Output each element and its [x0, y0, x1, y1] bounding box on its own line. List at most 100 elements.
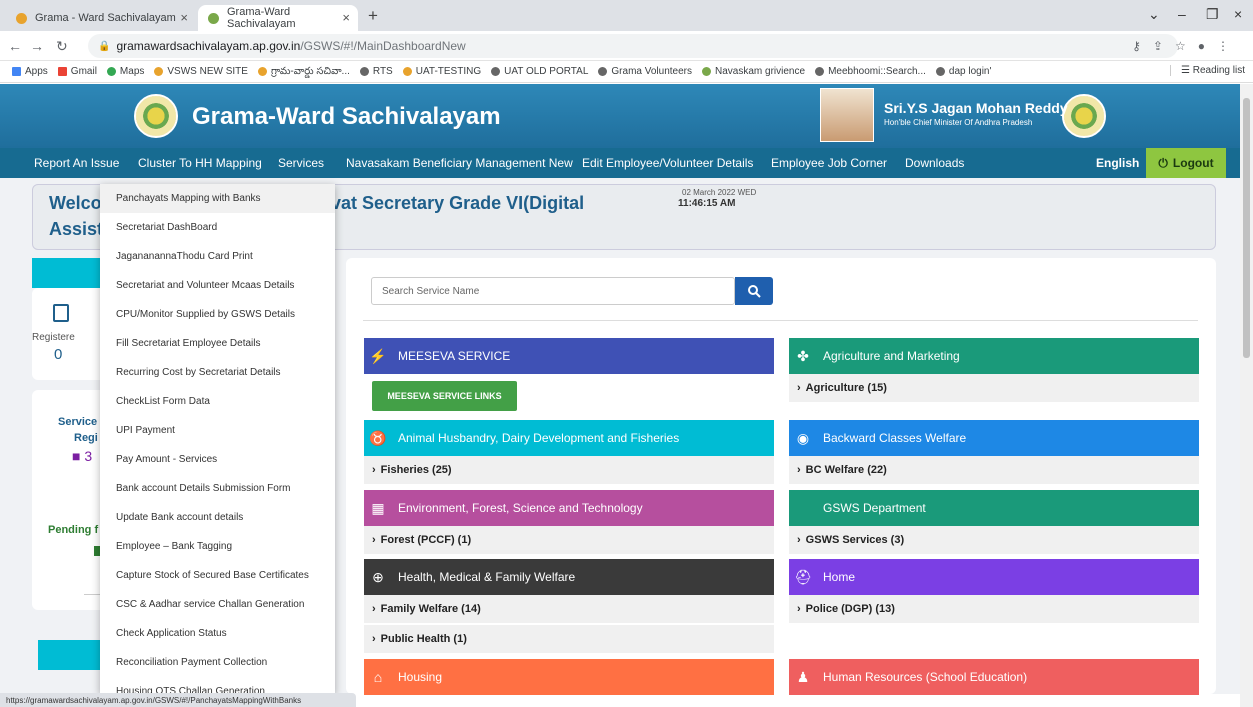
nav-job-corner[interactable]: Employee Job Corner	[771, 156, 887, 170]
bookmark-maps[interactable]: Maps	[106, 66, 144, 77]
tab-search-icon[interactable]: ⌄	[1148, 6, 1160, 23]
new-tab-icon[interactable]: +	[368, 6, 378, 26]
dept-environment[interactable]: ▦ Environment, Forest, Science and Techno…	[364, 490, 774, 526]
nav-navasakam[interactable]: Navasakam Beneficiary Management New	[346, 156, 573, 170]
dropdown-item[interactable]: Panchayats Mapping with Banks	[100, 184, 335, 213]
main-nav: Report An Issue Cluster To HH Mapping Se…	[0, 148, 1240, 178]
bookmark-navaskam[interactable]: Navaskam grivience	[702, 66, 805, 77]
service-public-health[interactable]: › Public Health (1)	[364, 625, 774, 653]
dropdown-item[interactable]: Reconciliation Payment Collection	[100, 648, 335, 677]
url-input[interactable]: 🔒 gramawardsachivalayam.ap.gov.in/GSWS/#…	[88, 34, 1178, 58]
lock-icon: 🔒	[98, 40, 111, 52]
apps-grid-icon	[12, 67, 21, 76]
dropdown-item[interactable]: CSC & Aadhar service Challan Generation	[100, 590, 335, 619]
gmail-icon	[57, 67, 67, 76]
pending-label: Pending f	[48, 524, 99, 536]
dept-animal-husbandry[interactable]: ♉ Animal Husbandry, Dairy Development and…	[364, 420, 774, 456]
dropdown-item[interactable]: Check Application Status	[100, 619, 335, 648]
nav-services[interactable]: Services	[278, 156, 324, 170]
share-icon: ⇪	[1152, 39, 1175, 53]
toolbar-icons[interactable]: ⚷⇪☆●⋮	[1132, 39, 1241, 53]
bookmark-telugu[interactable]: గ్రామ-వార్డు సచివా...	[257, 65, 350, 79]
bookmark-uat[interactable]: UAT-TESTING	[402, 66, 481, 77]
search-icon	[748, 285, 761, 298]
dropdown-item[interactable]: CPU/Monitor Supplied by GSWS Details	[100, 300, 335, 329]
page-scrollbar[interactable]	[1240, 84, 1253, 707]
restore-icon[interactable]: ❐	[1206, 6, 1219, 23]
dropdown-item[interactable]: Secretariat DashBoard	[100, 213, 335, 242]
bookmark-rts[interactable]: RTS	[359, 66, 393, 77]
chevron-right-icon: ›	[372, 534, 376, 546]
service-forest[interactable]: › Forest (PCCF) (1)	[364, 526, 774, 554]
dept-health[interactable]: ⊕ Health, Medical & Family Welfare	[364, 559, 774, 595]
bookmark-meebhoomi[interactable]: Meebhoomi::Search...	[815, 66, 926, 77]
nav-downloads[interactable]: Downloads	[905, 156, 964, 170]
browser-tab[interactable]: Grama - Ward Sachivalayam ×	[6, 5, 196, 31]
service-police[interactable]: › Police (DGP) (13)	[789, 595, 1199, 623]
close-icon[interactable]: ×	[342, 10, 350, 25]
minimize-icon[interactable]: –	[1178, 6, 1186, 22]
language-selector[interactable]: English	[1096, 156, 1139, 170]
dropdown-item[interactable]: Fill Secretariat Employee Details	[100, 329, 335, 358]
chevron-right-icon: ›	[372, 633, 376, 645]
dropdown-item[interactable]: Pay Amount - Services	[100, 445, 335, 474]
nav-edit-employee[interactable]: Edit Employee/Volunteer Details	[582, 156, 753, 170]
dept-human-resources[interactable]: ♟ Human Resources (School Education)	[789, 659, 1199, 695]
browser-status-bar: https://gramawardsachivalayam.ap.gov.in/…	[0, 693, 356, 707]
bookmark-apps[interactable]: Apps	[12, 66, 48, 77]
dept-bc-welfare[interactable]: ◉ Backward Classes Welfare	[789, 420, 1199, 456]
service-fisheries[interactable]: › Fisheries (25)	[364, 456, 774, 484]
house-icon: ⌂	[373, 669, 383, 685]
dept-housing[interactable]: ⌂ Housing	[364, 659, 774, 695]
dept-home[interactable]: ⛑ Home	[789, 559, 1199, 595]
globe-icon	[935, 67, 945, 76]
service-bc-welfare[interactable]: › BC Welfare (22)	[789, 456, 1199, 484]
dropdown-item[interactable]: JagananannaThodu Card Print	[100, 242, 335, 271]
cm-photo	[820, 88, 874, 142]
url-domain: gramawardsachivalayam.ap.gov.in	[116, 39, 301, 53]
close-icon[interactable]: ×	[180, 10, 188, 25]
service-agriculture[interactable]: › Agriculture (15)	[789, 374, 1199, 402]
dept-gsws[interactable]: GSWS Department	[789, 490, 1199, 526]
dropdown-item[interactable]: Secretariat and Volunteer Mcaas Details	[100, 271, 335, 300]
dropdown-item[interactable]: Recurring Cost by Secretariat Details	[100, 358, 335, 387]
dropdown-item[interactable]: CheckList Form Data	[100, 387, 335, 416]
nav-report-issue[interactable]: Report An Issue	[34, 156, 119, 170]
browser-tab-bar: Grama - Ward Sachivalayam × Grama-Ward S…	[0, 0, 1253, 31]
bookmark-uat-old[interactable]: UAT OLD PORTAL	[491, 66, 588, 77]
service-family-welfare[interactable]: › Family Welfare (14)	[364, 595, 774, 623]
scrollbar-thumb[interactable]	[1243, 98, 1250, 358]
bookmark-gmail[interactable]: Gmail	[57, 66, 97, 77]
logout-button[interactable]: ⏻ Logout	[1146, 148, 1226, 178]
search-button[interactable]	[735, 277, 773, 305]
reading-list[interactable]: ☰ Reading list	[1169, 65, 1245, 76]
dept-meeseva[interactable]: ⚡ MEESEVA SERVICE	[364, 338, 774, 374]
bookmark-volunteers[interactable]: Grama Volunteers	[598, 66, 692, 77]
menu-icon: ⋮	[1217, 39, 1241, 53]
forward-icon[interactable]: →	[30, 38, 44, 54]
dropdown-item[interactable]: Housing OTS Challan Generation	[100, 677, 335, 694]
nav-cluster-mapping[interactable]: Cluster To HH Mapping	[138, 156, 262, 170]
window-close-icon[interactable]: ×	[1234, 6, 1242, 22]
dropdown-item[interactable]: UPI Payment	[100, 416, 335, 445]
meeseva-links-button[interactable]: MEESEVA SERVICE LINKS	[372, 381, 517, 411]
search-input[interactable]: Search Service Name	[371, 277, 735, 305]
dropdown-item[interactable]: Bank account Details Submission Form	[100, 474, 335, 503]
dropdown-item[interactable]: Employee – Bank Tagging	[100, 532, 335, 561]
dropdown-item[interactable]: Capture Stock of Secured Base Certificat…	[100, 561, 335, 590]
dept-agriculture[interactable]: ✤ Agriculture and Marketing	[789, 338, 1199, 374]
globe-icon	[598, 67, 608, 76]
reload-icon[interactable]: ↻	[56, 38, 68, 55]
service-gsws[interactable]: › GSWS Services (3)	[789, 526, 1199, 554]
bookmark-dap[interactable]: dap login'	[935, 66, 991, 77]
dropdown-item[interactable]: Update Bank account details	[100, 503, 335, 532]
bookmark-vsws[interactable]: VSWS NEW SITE	[154, 66, 248, 77]
site-header: Grama-Ward Sachivalayam	[0, 84, 1240, 148]
back-icon[interactable]: ←	[8, 38, 22, 54]
profile-icon: ●	[1197, 39, 1217, 53]
chevron-right-icon: ›	[372, 464, 376, 476]
cm-designation: Hon'ble Chief Minister Of Andhra Pradesh	[884, 118, 1033, 127]
service-label: Service	[58, 416, 98, 428]
browser-tab-active[interactable]: Grama-Ward Sachivalayam ×	[198, 5, 358, 31]
star-icon: ☆	[1174, 39, 1198, 53]
